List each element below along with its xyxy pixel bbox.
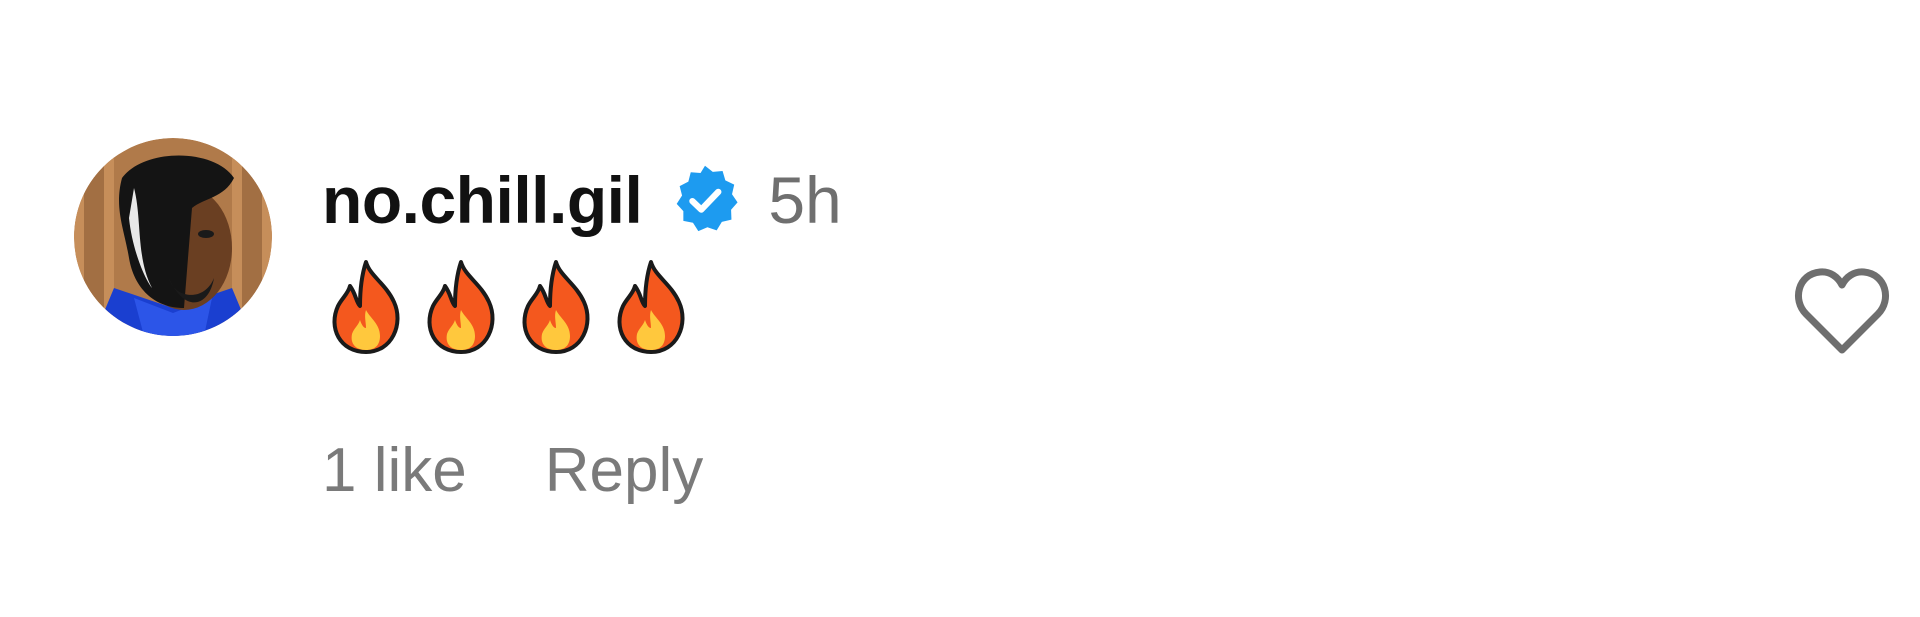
fire-emoji-icon xyxy=(421,258,501,358)
fire-emoji-icon xyxy=(516,258,596,358)
like-button[interactable] xyxy=(1794,266,1890,356)
heart-outline-icon xyxy=(1795,268,1889,354)
comment-actions: 1 like Reply xyxy=(322,430,703,510)
reply-button[interactable]: Reply xyxy=(545,435,704,506)
verified-badge-icon xyxy=(668,163,742,237)
timestamp-link[interactable]: 5h xyxy=(768,162,841,238)
avatar-image xyxy=(74,138,272,336)
comment-item: no.chill.gil 5h 1 like Reply xyxy=(0,0,1920,617)
username-link[interactable]: no.chill.gil xyxy=(322,162,643,238)
fire-emoji-icon xyxy=(611,258,691,358)
like-count-link[interactable]: 1 like xyxy=(322,435,467,506)
comment-text xyxy=(326,258,706,358)
fire-emoji-icon xyxy=(326,258,406,358)
avatar[interactable] xyxy=(74,138,272,336)
comment-header: no.chill.gil 5h xyxy=(322,160,842,240)
